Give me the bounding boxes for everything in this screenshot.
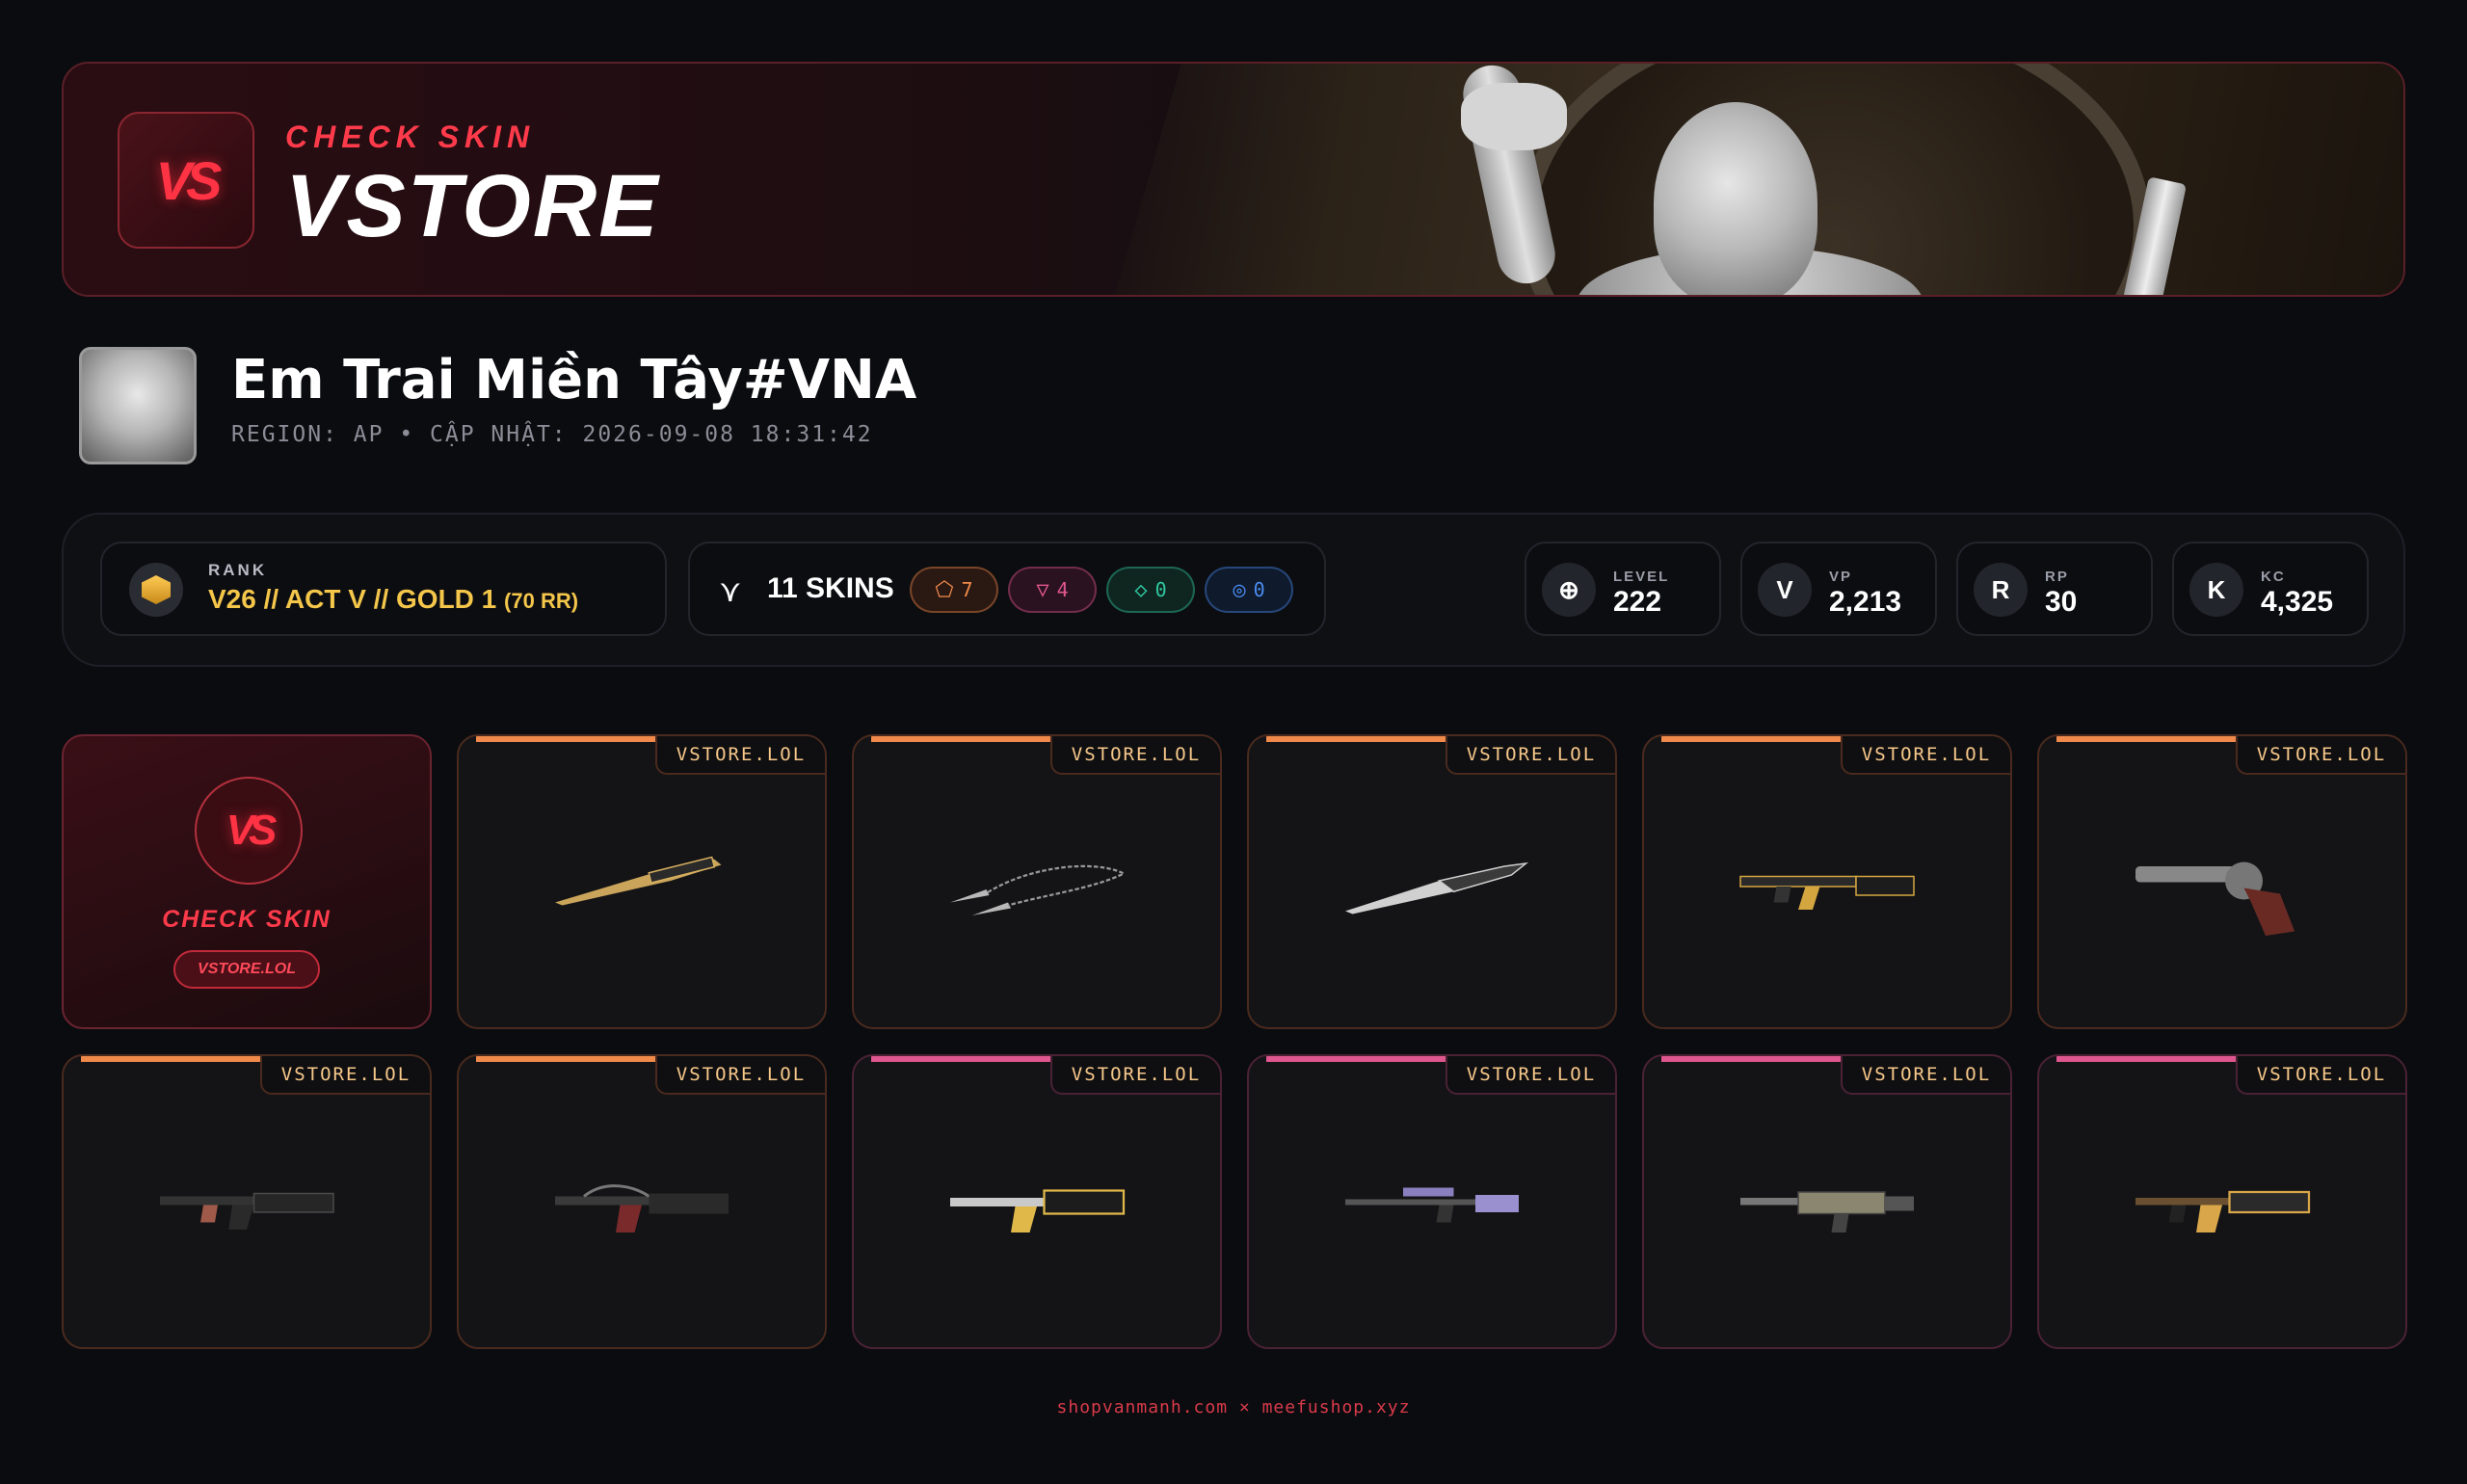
brand-card-url[interactable]: VSTORE.LOL — [173, 950, 320, 989]
vs-logo-icon: VS — [155, 149, 223, 211]
vs-logo-icon: VS — [195, 777, 303, 885]
tier-chip: ▽ 4 — [1008, 567, 1097, 613]
rifle-gold-2-icon — [950, 1189, 1126, 1232]
tier-bar — [476, 736, 669, 742]
premium-tier-icon: ▽ — [1036, 577, 1049, 602]
skin-card[interactable]: VSTORE.LOL — [457, 1054, 827, 1349]
tier-bar — [871, 1056, 1064, 1062]
currency-value: 4,325 — [2261, 586, 2334, 618]
tier-count: 0 — [1154, 578, 1167, 601]
card-tag: VSTORE.LOL — [260, 1056, 430, 1095]
tier-bar — [81, 1056, 274, 1062]
brand-card: VS CHECK SKIN VSTORE.LOL — [62, 734, 432, 1029]
skin-card[interactable]: VSTORE.LOL — [852, 734, 1222, 1029]
deluxe-tier-icon: ◇ — [1134, 577, 1148, 602]
revolver-icon — [2135, 861, 2295, 936]
vandal-red-icon — [555, 1184, 729, 1232]
level-icon: ⊕ — [1542, 563, 1596, 617]
stats-bar: RANK V26 // ACT V // GOLD 1 (70 RR) ⋎ 11… — [62, 513, 2405, 667]
kunai-chain-icon — [950, 864, 1127, 915]
rp-icon: R — [1974, 563, 2028, 617]
skin-card[interactable]: VSTORE.LOL — [1642, 1054, 2012, 1349]
tier-bar — [1661, 736, 1854, 742]
player-meta: REGION: AP • CẬP NHẬT: 2026-09-08 18:31:… — [231, 422, 873, 447]
card-tag: VSTORE.LOL — [1050, 736, 1220, 775]
dagger-icon — [1345, 861, 1529, 914]
card-tag: VSTORE.LOL — [655, 736, 825, 775]
currency-pill-level: ⊕ LEVEL 222 — [1525, 542, 1721, 636]
tier-bar — [2056, 1056, 2249, 1062]
tier-bar — [1661, 1056, 1854, 1062]
knife-1-icon — [555, 856, 722, 906]
banner-brand-title: VSTORE — [285, 157, 660, 255]
skin-card[interactable]: VSTORE.LOL — [2037, 734, 2407, 1029]
tier-count: 0 — [1253, 578, 1265, 601]
rifle-gold-icon — [1739, 875, 1915, 910]
tier-chip: ⬠ 7 — [910, 567, 998, 613]
currency-label: RP — [2045, 569, 2069, 585]
tier-bar — [1266, 1056, 1459, 1062]
tier-bar — [476, 1056, 669, 1062]
currency-value: 30 — [2045, 586, 2078, 618]
vstore-logo: VS — [118, 112, 254, 249]
currency-label: LEVEL — [1613, 569, 1670, 585]
card-tag: VSTORE.LOL — [2236, 1056, 2405, 1095]
tier-chip: ◇ 0 — [1106, 567, 1195, 613]
skin-card[interactable]: VSTORE.LOL — [1247, 1054, 1617, 1349]
card-tag: VSTORE.LOL — [2236, 736, 2405, 775]
vandal-dark-icon — [160, 1192, 334, 1230]
card-tag: VSTORE.LOL — [1841, 1056, 2010, 1095]
rank-icon — [129, 563, 183, 617]
sniper-icon — [1345, 1187, 1519, 1223]
valorant-logo-icon: ⋎ — [719, 573, 742, 608]
card-tag: VSTORE.LOL — [1446, 736, 1615, 775]
exclusive-tier-icon: ⬠ — [935, 577, 954, 602]
skin-card[interactable]: VSTORE.LOL — [1642, 734, 2012, 1029]
rifle-tan-icon — [1740, 1191, 1914, 1232]
currency-label: KC — [2261, 569, 2286, 585]
kc-icon: K — [2189, 563, 2243, 617]
card-tag: VSTORE.LOL — [1050, 1056, 1220, 1095]
currency-pill-vp: V VP 2,213 — [1740, 542, 1937, 636]
tier-bar — [2056, 736, 2249, 742]
vp-icon: V — [1758, 563, 1812, 617]
rank-value: V26 // ACT V // GOLD 1 (70 RR) — [208, 584, 579, 614]
skin-card[interactable]: VSTORE.LOL — [2037, 1054, 2407, 1349]
skin-card[interactable]: VSTORE.LOL — [457, 734, 827, 1029]
statue-image — [1654, 102, 1817, 295]
tier-count: 7 — [961, 578, 973, 601]
tier-chip: ◎ 0 — [1205, 567, 1293, 613]
select-tier-icon: ◎ — [1233, 577, 1246, 602]
rank-pill: RANK V26 // ACT V // GOLD 1 (70 RR) — [100, 542, 667, 636]
card-tag: VSTORE.LOL — [1446, 1056, 1615, 1095]
rank-rr: (70 RR) — [504, 589, 579, 613]
skin-card[interactable]: VSTORE.LOL — [1247, 734, 1617, 1029]
tier-bar — [871, 736, 1064, 742]
skins-pill: ⋎ 11 SKINS ⬠ 7 ▽ 4 ◇ 0 ◎ 0 — [688, 542, 1326, 636]
banner-artwork — [1114, 64, 2403, 295]
currency-label: VP — [1829, 569, 1853, 585]
tier-bar — [1266, 736, 1459, 742]
card-tag: VSTORE.LOL — [1841, 736, 2010, 775]
skins-count: 11 SKINS — [767, 572, 894, 604]
skin-card[interactable]: VSTORE.LOL — [852, 1054, 1222, 1349]
currency-value: 222 — [1613, 586, 1662, 618]
currency-pill-rp: R RP 30 — [1956, 542, 2153, 636]
currency-value: 2,213 — [1829, 586, 1902, 618]
header-banner: VS CHECK SKIN VSTORE — [62, 62, 2405, 297]
player-name: Em Trai Miền Tây#VNA — [231, 349, 917, 411]
player-avatar — [79, 347, 197, 464]
card-tag: VSTORE.LOL — [655, 1056, 825, 1095]
banner-subtitle: CHECK SKIN — [285, 119, 536, 154]
skin-card[interactable]: VSTORE.LOL — [62, 1054, 432, 1349]
rank-label: RANK — [208, 561, 268, 579]
vandal-gold-icon — [2135, 1190, 2311, 1232]
currency-pill-kc: K KC 4,325 — [2172, 542, 2369, 636]
footer-credits: shopvanmanh.com × meefushop.xyz — [1056, 1397, 1411, 1418]
tier-count: 4 — [1056, 578, 1069, 601]
brand-card-title: CHECK SKIN — [162, 906, 332, 933]
